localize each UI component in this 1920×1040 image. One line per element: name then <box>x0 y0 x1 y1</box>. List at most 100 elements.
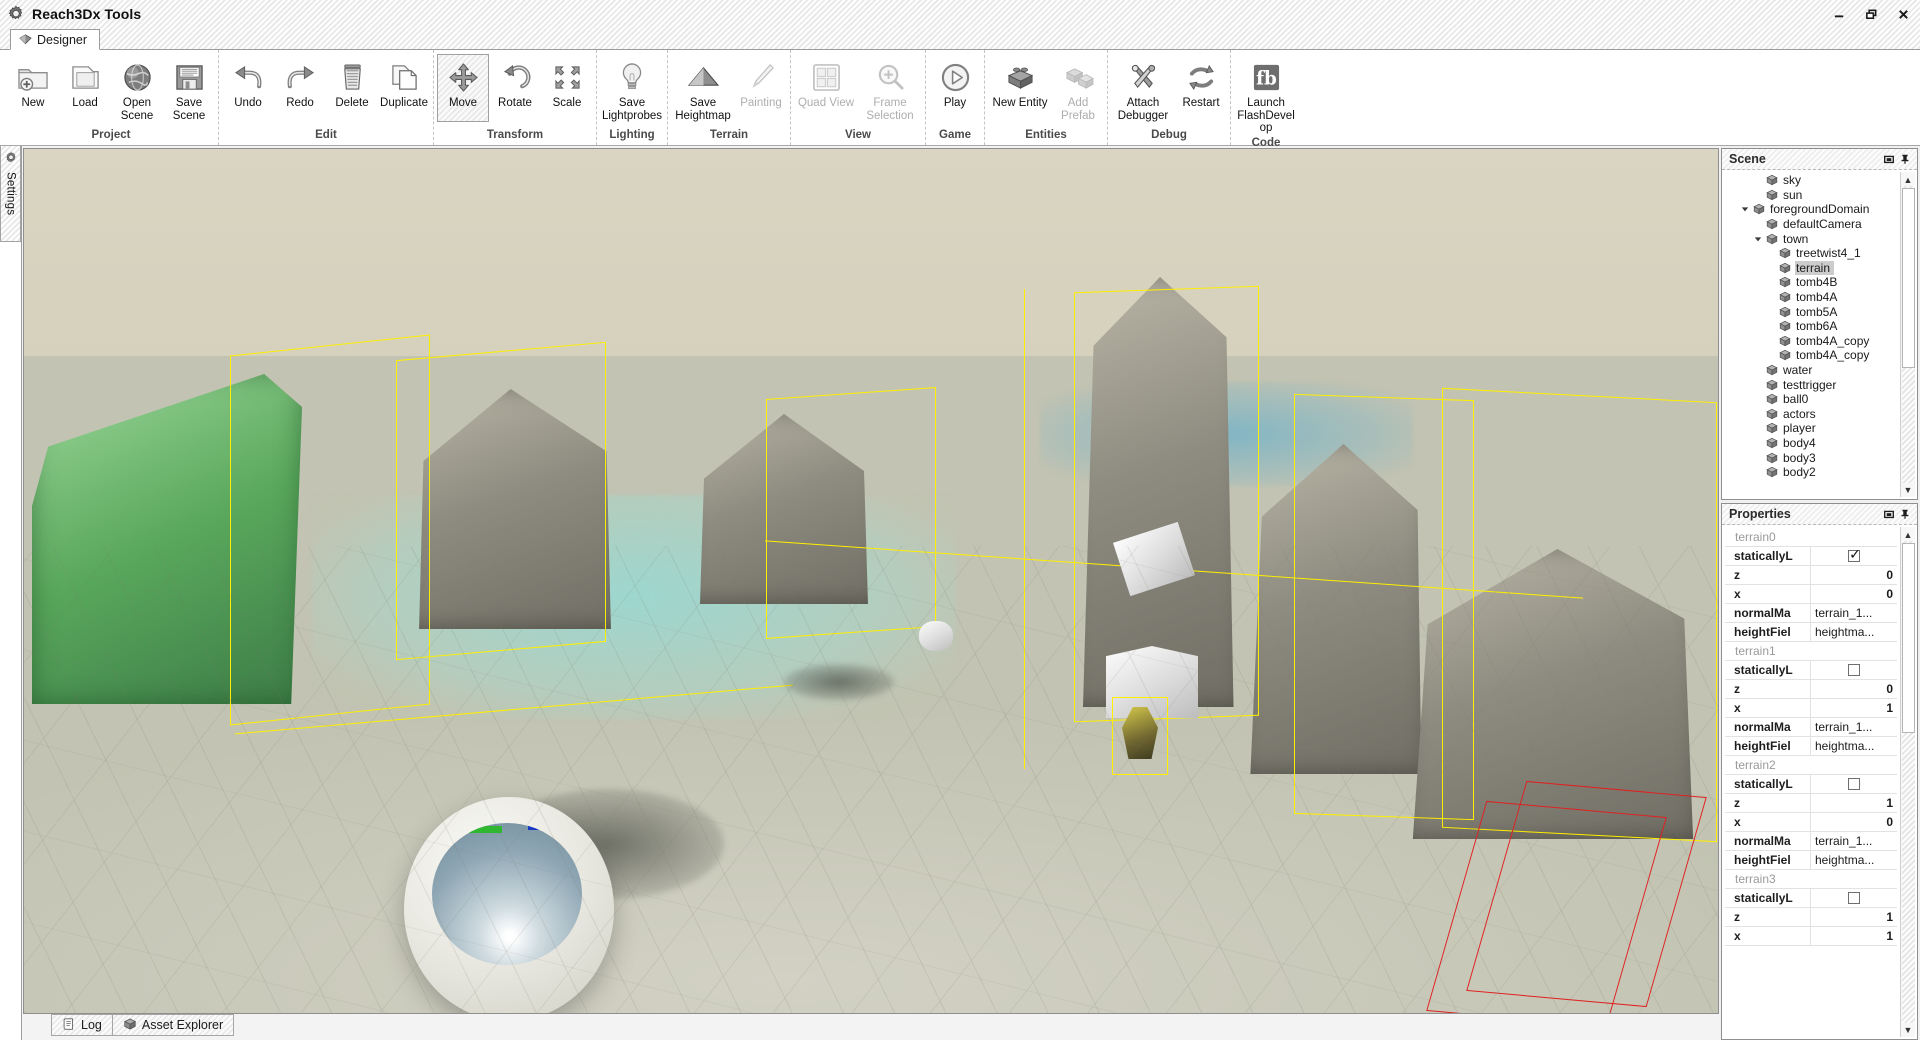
properties-grid[interactable]: terrain0staticallyLz0x0normalMaterrain_1… <box>1725 528 1897 1037</box>
scene-tree-item-actors[interactable]: actors <box>1725 407 1897 422</box>
launch-flashdevelop-button[interactable]: fb Launch FlashDevelop <box>1234 54 1298 136</box>
scene-tree-item-tomb4a-copy[interactable]: tomb4A_copy <box>1725 348 1897 363</box>
tab-asset-explorer[interactable]: Asset Explorer <box>111 1014 235 1036</box>
scene-scrollbar[interactable]: ▲ ▼ <box>1900 172 1915 497</box>
scene-tree-item-player[interactable]: player <box>1725 421 1897 436</box>
property-value[interactable]: terrain_1... <box>1811 832 1897 850</box>
3d-viewport[interactable] <box>23 148 1719 1014</box>
duplicate-button[interactable]: Duplicate <box>378 54 430 122</box>
property-row-z[interactable]: z0 <box>1725 680 1897 699</box>
scene-tree-item-terrain[interactable]: terrain <box>1725 260 1897 276</box>
delete-button[interactable]: Delete <box>326 54 378 122</box>
scene-tree-item-water[interactable]: water <box>1725 363 1897 378</box>
frame-selection-button[interactable]: Frame Selection <box>858 54 922 123</box>
scene-tree-item-defaultcamera[interactable]: defaultCamera <box>1725 217 1897 232</box>
properties-scrollbar[interactable]: ▲ ▼ <box>1900 527 1915 1037</box>
scene-scroll-thumb[interactable] <box>1902 188 1915 368</box>
property-row-staticallyl[interactable]: staticallyL <box>1725 661 1897 680</box>
property-row-staticallyl[interactable]: staticallyL <box>1725 547 1897 566</box>
property-row-normalma[interactable]: normalMa terrain_1... <box>1725 604 1897 623</box>
chevron-down-icon[interactable] <box>1751 235 1764 243</box>
sidebar-tab-settings[interactable]: Settings <box>0 146 21 242</box>
property-value[interactable]: heightma... <box>1811 737 1897 755</box>
chevron-down-icon[interactable] <box>1738 205 1751 213</box>
property-value[interactable]: 0 <box>1811 585 1897 603</box>
property-row-heightfiel[interactable]: heightFiel heightma... <box>1725 737 1897 756</box>
property-row-x[interactable]: x0 <box>1725 813 1897 832</box>
close-button[interactable] <box>1894 5 1912 23</box>
scene-tree-item-tomb4a-copy[interactable]: tomb4A_copy <box>1725 334 1897 349</box>
property-row-heightfiel[interactable]: heightFiel heightma... <box>1725 623 1897 642</box>
property-value[interactable]: 1 <box>1811 927 1897 945</box>
scene-tree-item-sky[interactable]: sky <box>1725 173 1897 188</box>
minimize-button[interactable] <box>1830 5 1848 23</box>
scene-tree-item-tomb4b[interactable]: tomb4B <box>1725 275 1897 290</box>
add-prefab-button[interactable]: Add Prefab <box>1052 54 1104 123</box>
property-value[interactable] <box>1811 547 1897 565</box>
property-value[interactable]: 0 <box>1811 813 1897 831</box>
checkbox[interactable] <box>1848 664 1860 676</box>
property-value[interactable]: terrain_1... <box>1811 718 1897 736</box>
load-button[interactable]: Load <box>59 54 111 122</box>
move-button[interactable]: Move <box>437 54 489 122</box>
scale-button[interactable]: Scale <box>541 54 593 122</box>
property-row-staticallyl[interactable]: staticallyL <box>1725 889 1897 908</box>
property-row-normalma[interactable]: normalMa terrain_1... <box>1725 718 1897 737</box>
painting-button[interactable]: Painting <box>735 54 787 122</box>
scene-tree-item-testtrigger[interactable]: testtrigger <box>1725 377 1897 392</box>
property-row-normalma[interactable]: normalMa terrain_1... <box>1725 832 1897 851</box>
scene-tree-item-body4[interactable]: body4 <box>1725 436 1897 451</box>
property-row-heightfiel[interactable]: heightFiel heightma... <box>1725 851 1897 870</box>
restart-button[interactable]: Restart <box>1175 54 1227 122</box>
checkbox[interactable] <box>1848 778 1860 790</box>
property-row-z[interactable]: z1 <box>1725 908 1897 927</box>
scroll-down-icon[interactable]: ▼ <box>1902 483 1915 496</box>
play-button[interactable]: Play <box>929 54 981 122</box>
properties-scroll-thumb[interactable] <box>1902 543 1915 733</box>
property-value[interactable]: heightma... <box>1811 623 1897 641</box>
quad-view-button[interactable]: Quad View <box>794 54 858 122</box>
property-value[interactable]: terrain_1... <box>1811 604 1897 622</box>
property-value[interactable]: 1 <box>1811 794 1897 812</box>
property-value[interactable]: 1 <box>1811 699 1897 717</box>
scene-tree-item-treetwist4-1[interactable]: treetwist4_1 <box>1725 246 1897 261</box>
property-value[interactable]: 0 <box>1811 680 1897 698</box>
property-value[interactable] <box>1811 889 1897 907</box>
property-value[interactable]: 0 <box>1811 566 1897 584</box>
pin-icon[interactable] <box>1897 506 1913 522</box>
property-row-staticallyl[interactable]: staticallyL <box>1725 775 1897 794</box>
pin-icon[interactable] <box>1897 151 1913 167</box>
scene-tree[interactable]: sky sun foregroundDomain defaultCamera town t… <box>1725 173 1897 497</box>
attach-debugger-button[interactable]: Attach Debugger <box>1111 54 1175 123</box>
new-entity-button[interactable]: New Entity <box>988 54 1052 122</box>
property-value[interactable]: 1 <box>1811 908 1897 926</box>
undo-button[interactable]: Undo <box>222 54 274 122</box>
redo-button[interactable]: Redo <box>274 54 326 122</box>
checkbox[interactable] <box>1848 892 1860 904</box>
scene-tree-item-foregrounddomain[interactable]: foregroundDomain <box>1725 202 1897 217</box>
restore-button[interactable] <box>1862 5 1880 23</box>
property-row-x[interactable]: x0 <box>1725 585 1897 604</box>
scroll-up-icon[interactable]: ▲ <box>1902 528 1915 541</box>
property-value[interactable] <box>1811 775 1897 793</box>
open-scene-button[interactable]: Open Scene <box>111 54 163 123</box>
checkbox[interactable] <box>1848 547 1861 563</box>
scene-tree-item-tomb6a[interactable]: tomb6A <box>1725 319 1897 334</box>
restore-icon[interactable] <box>1881 151 1897 167</box>
rotate-button[interactable]: Rotate <box>489 54 541 122</box>
scene-tree-item-town[interactable]: town <box>1725 231 1897 246</box>
scroll-down-icon[interactable]: ▼ <box>1902 1023 1915 1036</box>
scene-tree-item-body3[interactable]: body3 <box>1725 450 1897 465</box>
scene-tree-item-body2[interactable]: body2 <box>1725 465 1897 480</box>
property-value[interactable]: heightma... <box>1811 851 1897 869</box>
property-row-x[interactable]: x1 <box>1725 927 1897 946</box>
new-button[interactable]: New <box>7 54 59 122</box>
scene-tree-item-tomb4a[interactable]: tomb4A <box>1725 290 1897 305</box>
scene-tree-item-ball0[interactable]: ball0 <box>1725 392 1897 407</box>
tab-log[interactable]: Log <box>51 1014 113 1036</box>
save-lightprobes-button[interactable]: Save Lightprobes <box>600 54 664 123</box>
save-scene-button[interactable]: Save Scene <box>163 54 215 123</box>
scene-tree-item-tomb5a[interactable]: tomb5A <box>1725 304 1897 319</box>
property-row-x[interactable]: x1 <box>1725 699 1897 718</box>
scroll-up-icon[interactable]: ▲ <box>1902 173 1915 186</box>
